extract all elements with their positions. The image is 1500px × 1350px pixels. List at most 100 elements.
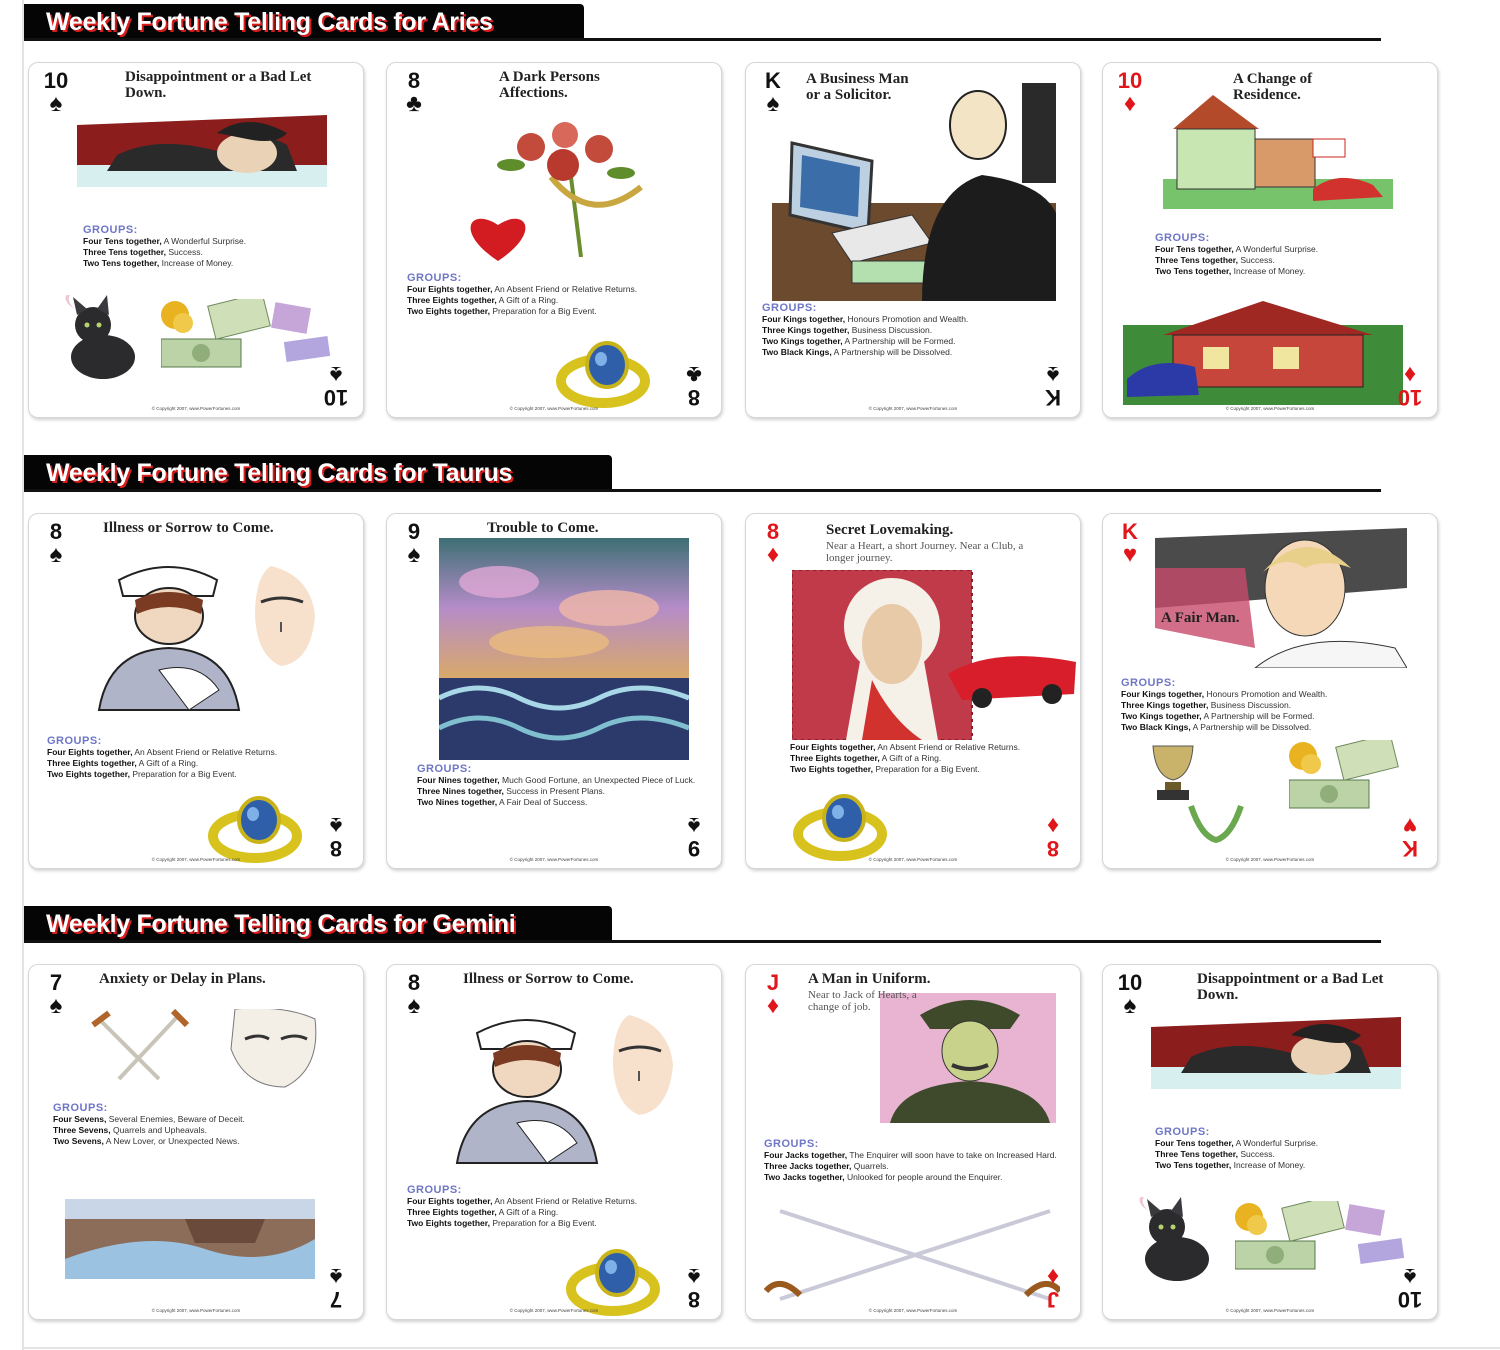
group-combination: Three Tens together, (1155, 1149, 1238, 1159)
trophy-illustration (1152, 745, 1194, 800)
group-combination: Four Jacks together, (764, 1150, 848, 1160)
group-rule: Three Kings together, Business Discussio… (1121, 700, 1431, 711)
group-meaning: The Enquirer will soon have to take on I… (849, 1150, 1057, 1160)
heart-illustration (470, 218, 526, 261)
group-meaning: Honours Promotion and Wealth. (1206, 689, 1328, 699)
group-combination: Two Eights together, (47, 769, 130, 779)
group-rule: Four Nines together, Much Good Fortune, … (417, 775, 717, 786)
group-rule: Two Eights together, Preparation for a B… (47, 769, 347, 780)
group-meaning: Quarrels. (853, 1161, 889, 1171)
group-combination: Two Kings together, (762, 336, 843, 346)
group-combination: Four Eights together, (47, 747, 133, 757)
card-meaning-title: Disappointment or a Bad Let Down. (125, 69, 312, 101)
fortune-card[interactable]: K ♠ K ♠ A Business Man or a Solicitor. GROUPS… (745, 62, 1081, 418)
group-meaning: A Wonderful Surprise. (163, 236, 247, 246)
group-meaning: Unlooked for people around the Enquirer. (847, 1172, 1003, 1182)
sleeping-man-illustration (77, 115, 327, 187)
groups-heading: GROUPS: (762, 302, 817, 314)
group-rule: Three Kings together, Business Discussio… (762, 325, 1072, 336)
fortune-card[interactable]: 10 ♦ 10 ♦ A Change of Residence. GROUPS: Four … (1102, 62, 1438, 418)
card-meaning-title: A Fair Man. (1161, 610, 1240, 626)
group-rule: Four Eights together, An Absent Friend o… (407, 284, 707, 295)
card-suit-icon: ♦ (766, 992, 780, 1019)
group-meaning: Success. (1240, 1149, 1275, 1159)
card-rank-corner: 10 ♠ (39, 69, 73, 116)
card-copyright: © Copyright 2007, www.PowerFortunes.com (1225, 857, 1315, 862)
fortune-card[interactable]: J ♦ J ♦ A Man in Uniform. Near to Jack of Hea… (745, 964, 1081, 1320)
fortune-card[interactable]: 8 ♠ 8 ♠ Illness or Sorrow to Come. GROUPS: Fou… (386, 964, 722, 1320)
group-combination: Three Eights together, (407, 295, 497, 305)
zodiac-section: Weekly Fortune Telling Cards for Aries 1… (24, 4, 1454, 424)
fair-man-illustration (1155, 528, 1407, 668)
group-rule: Two Jacks together, Unlooked for people … (764, 1172, 1064, 1183)
card-meaning-title: Illness or Sorrow to Come. (463, 971, 634, 987)
group-meaning: Business Discussion. (851, 325, 933, 335)
group-rule: Three Sevens, Quarrels and Upheavals. (53, 1125, 343, 1136)
group-rule: Two Eights together, Preparation for a B… (407, 306, 707, 317)
fortune-card[interactable]: 8 ♠ 8 ♠ Illness or Sorrow to Come. GROUPS: Fou… (28, 513, 364, 869)
group-rule: Four Eights together, An Absent Friend o… (47, 747, 347, 758)
businessman-illustration (772, 83, 1056, 301)
card-copyright: © Copyright 2007, www.PowerFortunes.com (1225, 1308, 1315, 1313)
card-meaning-title: Illness or Sorrow to Come. (103, 520, 274, 536)
group-meaning: Preparation for a Big Event. (492, 1218, 597, 1228)
card-meaning-title: A Dark Persons Affections. (499, 69, 600, 101)
group-meaning: An Absent Friend or Relative Returns. (134, 747, 278, 757)
card-suit-icon: ♠ (329, 1263, 343, 1290)
group-meaning: An Absent Friend or Relative Returns. (877, 742, 1021, 752)
group-rule: Four Eights together, An Absent Friend o… (790, 742, 1040, 753)
card-rank-corner: 8 ♦ (756, 520, 790, 568)
money-illustration (161, 299, 271, 368)
group-meaning: A Partnership will be Formed. (844, 336, 956, 346)
card-meaning-title: Secret Lovemaking. (826, 522, 954, 538)
card-groups-block: GROUPS: Four Tens together, A Wonderful S… (1155, 233, 1425, 277)
card-suit-icon: ♥ (1402, 812, 1418, 839)
card-rank-corner-inverted: K ♠ (1036, 361, 1070, 410)
anxious-face-illustration (230, 1009, 317, 1088)
group-combination: Two Tens together, (83, 258, 160, 268)
fortune-card[interactable]: 7 ♠ 7 ♠ Anxiety or Delay in Plans. GROUPS: Fou… (28, 964, 364, 1320)
crying-face-illustration (613, 1015, 673, 1115)
group-meaning: A Wonderful Surprise. (1235, 1138, 1319, 1148)
stamps-illustration (271, 302, 331, 362)
card-groups-block: GROUPS: Four Eights together, An Absent F… (47, 736, 347, 780)
card-copyright: © Copyright 2007, www.PowerFortunes.com (868, 1308, 958, 1313)
card-row: 7 ♠ 7 ♠ Anxiety or Delay in Plans. GROUPS: Fou… (28, 964, 1448, 1324)
card-meaning-title: A Man in Uniform. (808, 971, 931, 987)
card-rank-corner-inverted: 7 ♠ (319, 1263, 353, 1312)
card-suit-icon: ♠ (687, 1263, 701, 1290)
card-suit-icon: ♦ (1403, 361, 1417, 388)
fortune-card[interactable]: 10 ♠ 10 ♠ Disappointment or a Bad Let Down. G… (28, 62, 364, 418)
fortune-card[interactable]: K ♥ K ♥ A Fair Man. GROUPS: Four Kings togethe… (1102, 513, 1438, 869)
fortune-card[interactable]: 10 ♠ 10 ♠ Disappointment or a Bad Let Down. G… (1102, 964, 1438, 1320)
fortune-card[interactable]: 8 ♦ 8 ♦ Secret Lovemaking. Near a Heart, a sh… (745, 513, 1081, 869)
card-meaning-title: A Business Man or a Solicitor. (806, 71, 909, 103)
card-suit-icon: ♦ (766, 541, 780, 568)
group-meaning: A Gift of a Ring. (881, 753, 942, 763)
group-combination: Two Tens together, (1155, 1160, 1232, 1170)
card-suit-icon: ♠ (407, 992, 421, 1019)
card-copyright: © Copyright 2007, www.PowerFortunes.com (868, 857, 958, 862)
sleeping-man-illustration (1151, 1017, 1401, 1089)
card-rank-corner-inverted: K ♥ (1393, 812, 1427, 861)
card-groups-block: GROUPS: Four Tens together, A Wonderful S… (1155, 1127, 1415, 1171)
fortune-card[interactable]: 8 ♣ 8 ♣ A Dark Persons Affections. GROUPS: Fou… (386, 62, 722, 418)
ring-illustration (556, 341, 650, 408)
group-meaning: An Absent Friend or Relative Returns. (494, 284, 638, 294)
group-combination: Three Nines together, (417, 786, 504, 796)
card-suit-icon: ♠ (329, 812, 343, 839)
group-rule: Three Jacks together, Quarrels. (764, 1161, 1064, 1172)
group-combination: Four Sevens, (53, 1114, 107, 1124)
card-suit-icon: ♠ (1123, 992, 1137, 1019)
card-row: 8 ♠ 8 ♠ Illness or Sorrow to Come. GROUPS: Fou… (28, 513, 1448, 873)
fortune-card[interactable]: 9 ♠ 9 ♠ Trouble to Come. GROUPS: Four Nines to… (386, 513, 722, 869)
group-meaning: A Partnership will be Formed. (1203, 711, 1315, 721)
group-rule: Four Tens together, A Wonderful Surprise… (1155, 244, 1425, 255)
group-rule: Four Kings together, Honours Promotion a… (762, 314, 1072, 325)
group-combination: Four Eights together, (790, 742, 876, 752)
card-copyright: © Copyright 2007, www.PowerFortunes.com (151, 406, 241, 411)
group-rule: Two Tens together, Increase of Money. (1155, 266, 1425, 277)
groups-heading: GROUPS: (1155, 1126, 1210, 1138)
group-rule: Three Tens together, Success. (83, 247, 343, 258)
group-combination: Two Kings together, (1121, 711, 1202, 721)
